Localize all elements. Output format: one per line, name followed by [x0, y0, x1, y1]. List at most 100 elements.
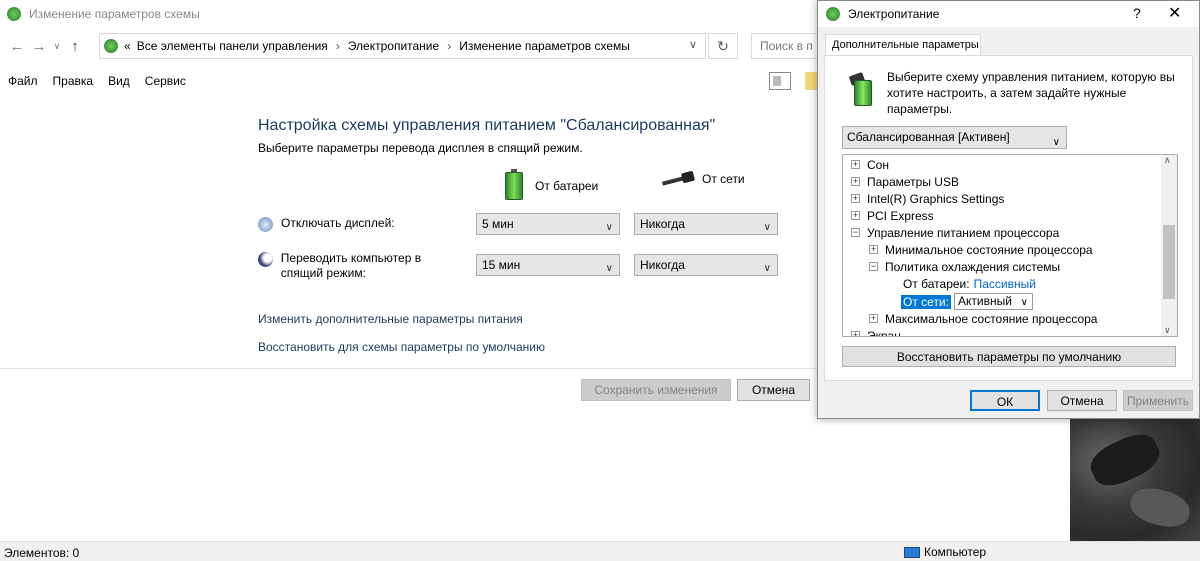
forward-arrow-icon[interactable]: → [28, 38, 50, 55]
page-subtitle: Выберите параметры перевода дисплея в сп… [258, 141, 583, 155]
dialog-cancel-button[interactable]: Отмена [1047, 390, 1117, 411]
restore-defaults-button[interactable]: Восстановить параметры по умолчанию [842, 346, 1176, 367]
collapse-icon[interactable]: − [869, 262, 878, 271]
advanced-settings-panel: Выберите схему управления питанием, кото… [824, 55, 1193, 381]
address-bar[interactable]: « Все элементы панели управления › Элект… [99, 33, 706, 59]
save-button[interactable]: Сохранить изменения [581, 379, 731, 401]
tree-item-pci-express[interactable]: + PCI Express [851, 207, 934, 224]
battery-column-header: От батареи [505, 169, 599, 200]
moon-icon [258, 252, 273, 267]
ac-column-label: От сети [702, 172, 745, 186]
restore-defaults-link[interactable]: Восстановить для схемы параметры по умол… [258, 340, 545, 354]
breadcrumb-item[interactable]: Изменение параметров схемы [459, 39, 630, 53]
menu-item-edit[interactable]: Правка [45, 74, 101, 88]
sleep-row: Переводить компьютер в спящий режим: [258, 251, 463, 281]
power-options-dialog: Электропитание ? ✕ Дополнительные параме… [817, 0, 1200, 419]
power-battery-icon [848, 71, 878, 108]
tree-scrollbar[interactable]: ∧ ∨ [1161, 155, 1177, 336]
breadcrumb-item[interactable]: Электропитание [348, 39, 439, 53]
chevron-right-icon[interactable]: › [336, 39, 340, 53]
scrollbar-thumb[interactable] [1163, 225, 1175, 299]
tree-item-processor-power[interactable]: − Управление питанием процессора [851, 224, 1059, 241]
expand-icon[interactable]: + [851, 194, 860, 203]
close-icon[interactable]: ✕ [1168, 3, 1181, 23]
tree-item-max-processor-state[interactable]: + Максимальное состояние процессора [869, 310, 1097, 327]
scheme-select[interactable]: Сбалансированная [Активен] ∨ [842, 126, 1067, 149]
display-off-battery-select[interactable]: 5 мин ∨ [476, 213, 620, 235]
tree-item-label: Политика охлаждения системы [885, 259, 1061, 274]
chevron-right-icon[interactable]: › [447, 39, 451, 53]
scroll-up-icon[interactable]: ∧ [1164, 155, 1171, 166]
divider [0, 368, 818, 369]
apply-button[interactable]: Применить [1123, 390, 1193, 411]
chevron-down-icon: ∨ [1020, 297, 1028, 308]
tree-item-min-processor-state[interactable]: + Минимальное состояние процессора [869, 241, 1093, 258]
title-bar: Изменение параметров схемы [0, 0, 820, 28]
location-label: Компьютер [924, 545, 987, 559]
display-off-label: Отключать дисплей: [281, 216, 395, 230]
collapse-icon[interactable]: − [851, 228, 860, 237]
chevron-down-icon[interactable]: ∨ [689, 38, 697, 51]
breadcrumb-item[interactable]: Все элементы панели управления [137, 39, 328, 53]
menu-item-view[interactable]: Вид [100, 74, 137, 88]
recent-dropdown-icon[interactable]: ∨ [50, 41, 64, 52]
menu-item-service[interactable]: Сервис [137, 74, 193, 88]
sleep-ac-select[interactable]: Никогда ∨ [634, 254, 778, 276]
tree-item-usb[interactable]: + Параметры USB [851, 173, 959, 190]
dialog-description: Выберите схему управления питанием, кото… [887, 70, 1175, 116]
search-input[interactable]: Поиск в п [751, 33, 821, 59]
status-bar: Элементов: 0 Компьютер [0, 541, 1200, 561]
status-location: Компьютер [904, 545, 986, 559]
plug-icon [662, 172, 692, 186]
ok-button[interactable]: ОК [970, 390, 1040, 411]
tree-item-label: Сон [867, 157, 889, 172]
display-off-row: Отключать дисплей: [258, 216, 395, 232]
control-panel-icon [104, 39, 118, 53]
display-off-ac-value: Никогда [640, 217, 685, 231]
cooling-ac-setting[interactable]: От сети: Активный ∨ [901, 293, 1033, 310]
ac-column-header: От сети [662, 172, 745, 186]
cancel-button[interactable]: Отмена [737, 379, 810, 401]
help-button[interactable]: ? [1133, 5, 1141, 21]
back-arrow-icon[interactable]: ← [6, 38, 28, 55]
tree-item-label: Максимальное состояние процессора [885, 311, 1098, 326]
computer-icon [904, 546, 920, 558]
chevron-down-icon: ∨ [605, 263, 613, 274]
battery-setting-label: От батареи: [903, 276, 970, 291]
expand-icon[interactable]: + [851, 331, 860, 336]
advanced-settings-link[interactable]: Изменить дополнительные параметры питани… [258, 312, 523, 326]
display-off-ac-select[interactable]: Никогда ∨ [634, 213, 778, 235]
tree-item-label: Экран [867, 328, 901, 337]
tree-item-display[interactable]: + Экран [851, 327, 901, 337]
power-app-icon [7, 7, 21, 21]
chevron-down-icon: ∨ [763, 222, 771, 233]
item-count: Элементов: 0 [4, 546, 80, 560]
cooling-battery-setting[interactable]: От батареи: Пассивный [903, 275, 1036, 292]
expand-icon[interactable]: + [851, 177, 860, 186]
expand-icon[interactable]: + [869, 245, 878, 254]
scheme-value: Сбалансированная [Активен] [847, 130, 1010, 144]
tree-item-cooling-policy[interactable]: − Политика охлаждения системы [869, 258, 1060, 275]
navigation-buttons: ← → ∨ ↑ [6, 33, 86, 59]
refresh-icon[interactable]: ↻ [708, 33, 738, 59]
expand-icon[interactable]: + [869, 314, 878, 323]
up-arrow-icon[interactable]: ↑ [64, 38, 86, 55]
settings-tree[interactable]: + Сон + Параметры USB + Intel(R) Graphics S… [842, 154, 1178, 337]
battery-setting-value[interactable]: Пассивный [974, 277, 1036, 291]
battery-column-label: От батареи [535, 179, 599, 193]
menu-item-file[interactable]: Файл [0, 74, 45, 88]
tab-advanced-settings[interactable]: Дополнительные параметры [825, 34, 981, 56]
tree-item-intel-graphics[interactable]: + Intel(R) Graphics Settings [851, 190, 1004, 207]
ac-setting-select[interactable]: Активный ∨ [953, 293, 1033, 310]
window-title: Изменение параметров схемы [29, 7, 200, 21]
tree-item-sleep[interactable]: + Сон [851, 156, 889, 173]
sleep-battery-select[interactable]: 15 мин ∨ [476, 254, 620, 276]
expand-icon[interactable]: + [851, 211, 860, 220]
display-clock-icon [258, 217, 273, 232]
expand-icon[interactable]: + [851, 160, 860, 169]
scroll-down-icon[interactable]: ∨ [1164, 325, 1171, 336]
preview-pane-icon[interactable] [769, 72, 791, 90]
breadcrumb-overflow[interactable]: « [124, 39, 131, 53]
sleep-battery-value: 15 мин [482, 258, 521, 272]
tree-item-label: Минимальное состояние процессора [885, 242, 1093, 257]
